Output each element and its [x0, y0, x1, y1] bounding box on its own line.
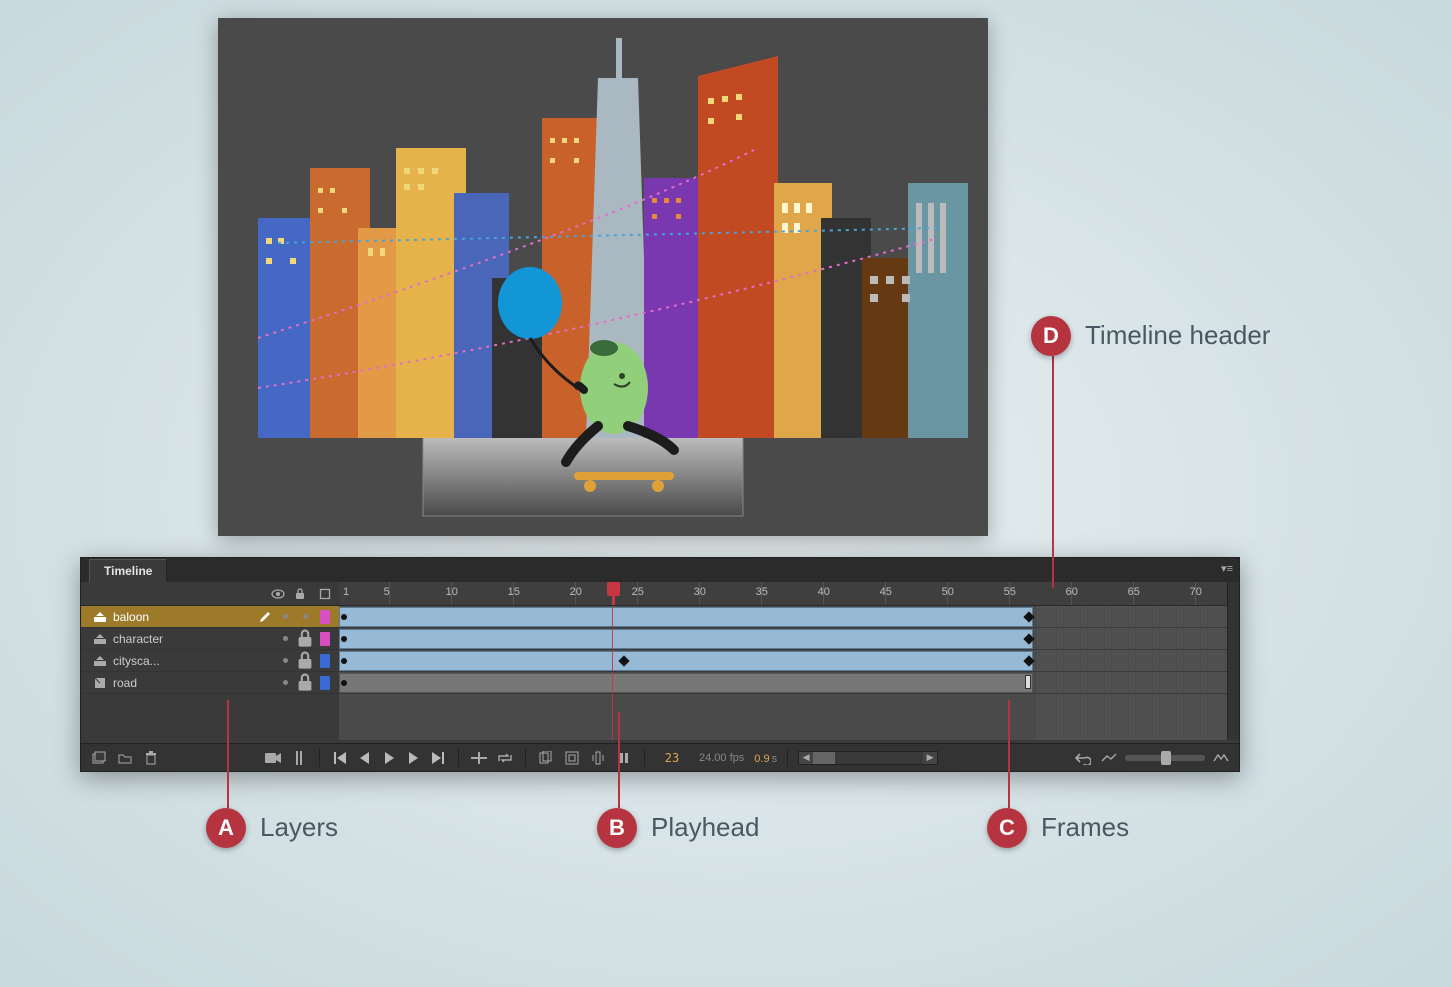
layer-track[interactable]	[339, 628, 1227, 650]
outline-color-swatch[interactable]	[317, 654, 333, 668]
layer-row[interactable]: road	[81, 672, 339, 694]
zoom-in-button[interactable]	[1211, 748, 1231, 768]
onion-skin-outlines-button[interactable]	[562, 748, 582, 768]
layer-type-icon	[93, 654, 107, 668]
outline-color-swatch[interactable]	[317, 610, 333, 624]
layer-name-label[interactable]: character	[111, 632, 253, 646]
layer-row[interactable]: citysca...	[81, 650, 339, 672]
current-frame-field[interactable]: 23	[655, 751, 689, 765]
zoom-out-button[interactable]	[1099, 748, 1119, 768]
scroll-right-button[interactable]: ▶	[923, 752, 937, 763]
elapsed-time-field[interactable]: 0.9	[754, 753, 771, 765]
visibility-toggle[interactable]	[277, 680, 293, 685]
annotation-label-a: Layers	[260, 813, 338, 843]
outline-color-swatch[interactable]	[317, 632, 333, 646]
timeline-tab[interactable]: Timeline	[89, 559, 167, 582]
play-button[interactable]	[378, 748, 400, 768]
lock-toggle[interactable]	[297, 673, 313, 692]
outline-column-icon[interactable]	[319, 588, 333, 600]
layer-type-icon	[93, 610, 107, 624]
layer-type-icon	[93, 632, 107, 646]
panel-tab-bar: Timeline ▾≡	[81, 558, 1239, 582]
visibility-column-icon[interactable]	[271, 589, 285, 599]
timeline-panel: Timeline ▾≡ 1510152025303540455055606570…	[80, 557, 1240, 772]
new-folder-button[interactable]	[115, 748, 135, 768]
annotation-badge-a: A	[206, 808, 246, 848]
go-to-last-frame-button[interactable]	[426, 748, 448, 768]
layer-type-icon	[93, 676, 107, 690]
timeline-footer: 23 24.00 fps 0.9s ◀ ▶	[81, 743, 1239, 771]
timeline-scrollbar[interactable]: ◀ ▶	[798, 751, 938, 765]
annotation-badge-c: C	[987, 808, 1027, 848]
annotation-label-d: Timeline header	[1085, 321, 1270, 351]
visibility-toggle[interactable]	[277, 636, 293, 641]
annotation-line-d	[1052, 356, 1054, 588]
lock-column-icon[interactable]	[295, 588, 309, 600]
layer-name-label[interactable]: road	[111, 676, 253, 690]
annotation-badge-b: B	[597, 808, 637, 848]
new-layer-button[interactable]	[89, 748, 109, 768]
annotation-a: A Layers	[206, 808, 338, 848]
edit-multiple-frames-button[interactable]	[588, 748, 608, 768]
step-forward-button[interactable]	[402, 748, 424, 768]
panel-menu-button[interactable]: ▾≡	[1221, 562, 1233, 575]
layer-row[interactable]: character	[81, 628, 339, 650]
annotation-line-c	[1008, 700, 1010, 808]
layer-row[interactable]: baloon	[81, 606, 339, 628]
onion-skin-button[interactable]	[536, 748, 556, 768]
annotation-label-c: Frames	[1041, 813, 1129, 843]
edit-icon	[257, 610, 273, 624]
lock-toggle[interactable]	[297, 614, 313, 619]
camera-button[interactable]	[263, 748, 283, 768]
annotation-b: B Playhead	[597, 808, 759, 848]
playhead[interactable]	[612, 582, 615, 605]
layer-track[interactable]	[339, 606, 1227, 628]
visibility-toggle[interactable]	[277, 614, 293, 619]
layer-name-label[interactable]: citysca...	[111, 654, 253, 668]
annotation-label-b: Playhead	[651, 813, 759, 843]
stage-preview	[218, 18, 988, 536]
annotation-line-b	[618, 712, 620, 808]
loop-button[interactable]	[495, 748, 515, 768]
playback-controls	[330, 748, 448, 768]
timeline-ruler[interactable]: 1510152025303540455055606570	[339, 582, 1227, 606]
step-back-button[interactable]	[354, 748, 376, 768]
layer-columns-header	[81, 582, 339, 606]
layer-track[interactable]	[339, 672, 1227, 694]
go-to-first-frame-button[interactable]	[330, 748, 352, 768]
modify-markers-button[interactable]	[614, 748, 634, 768]
visibility-toggle[interactable]	[277, 658, 293, 663]
annotation-badge-d: D	[1031, 316, 1071, 356]
lock-toggle[interactable]	[297, 629, 313, 648]
layer-track[interactable]	[339, 650, 1227, 672]
lock-toggle[interactable]	[297, 651, 313, 670]
outline-color-swatch[interactable]	[317, 676, 333, 690]
center-frame-button[interactable]	[469, 748, 489, 768]
undo-button[interactable]	[1073, 748, 1093, 768]
frame-rate-field[interactable]: 24.00 fps	[695, 752, 748, 764]
timeline-zoom-slider[interactable]	[1125, 755, 1205, 761]
annotation-d: D Timeline header	[1031, 316, 1270, 356]
layer-name-label[interactable]: baloon	[111, 610, 253, 624]
marker-button[interactable]	[289, 748, 309, 768]
delete-layer-button[interactable]	[141, 748, 161, 768]
annotation-line-a	[227, 700, 229, 808]
annotation-c: C Frames	[987, 808, 1129, 848]
scroll-left-button[interactable]: ◀	[799, 752, 813, 763]
elapsed-time-unit: s	[772, 753, 778, 765]
